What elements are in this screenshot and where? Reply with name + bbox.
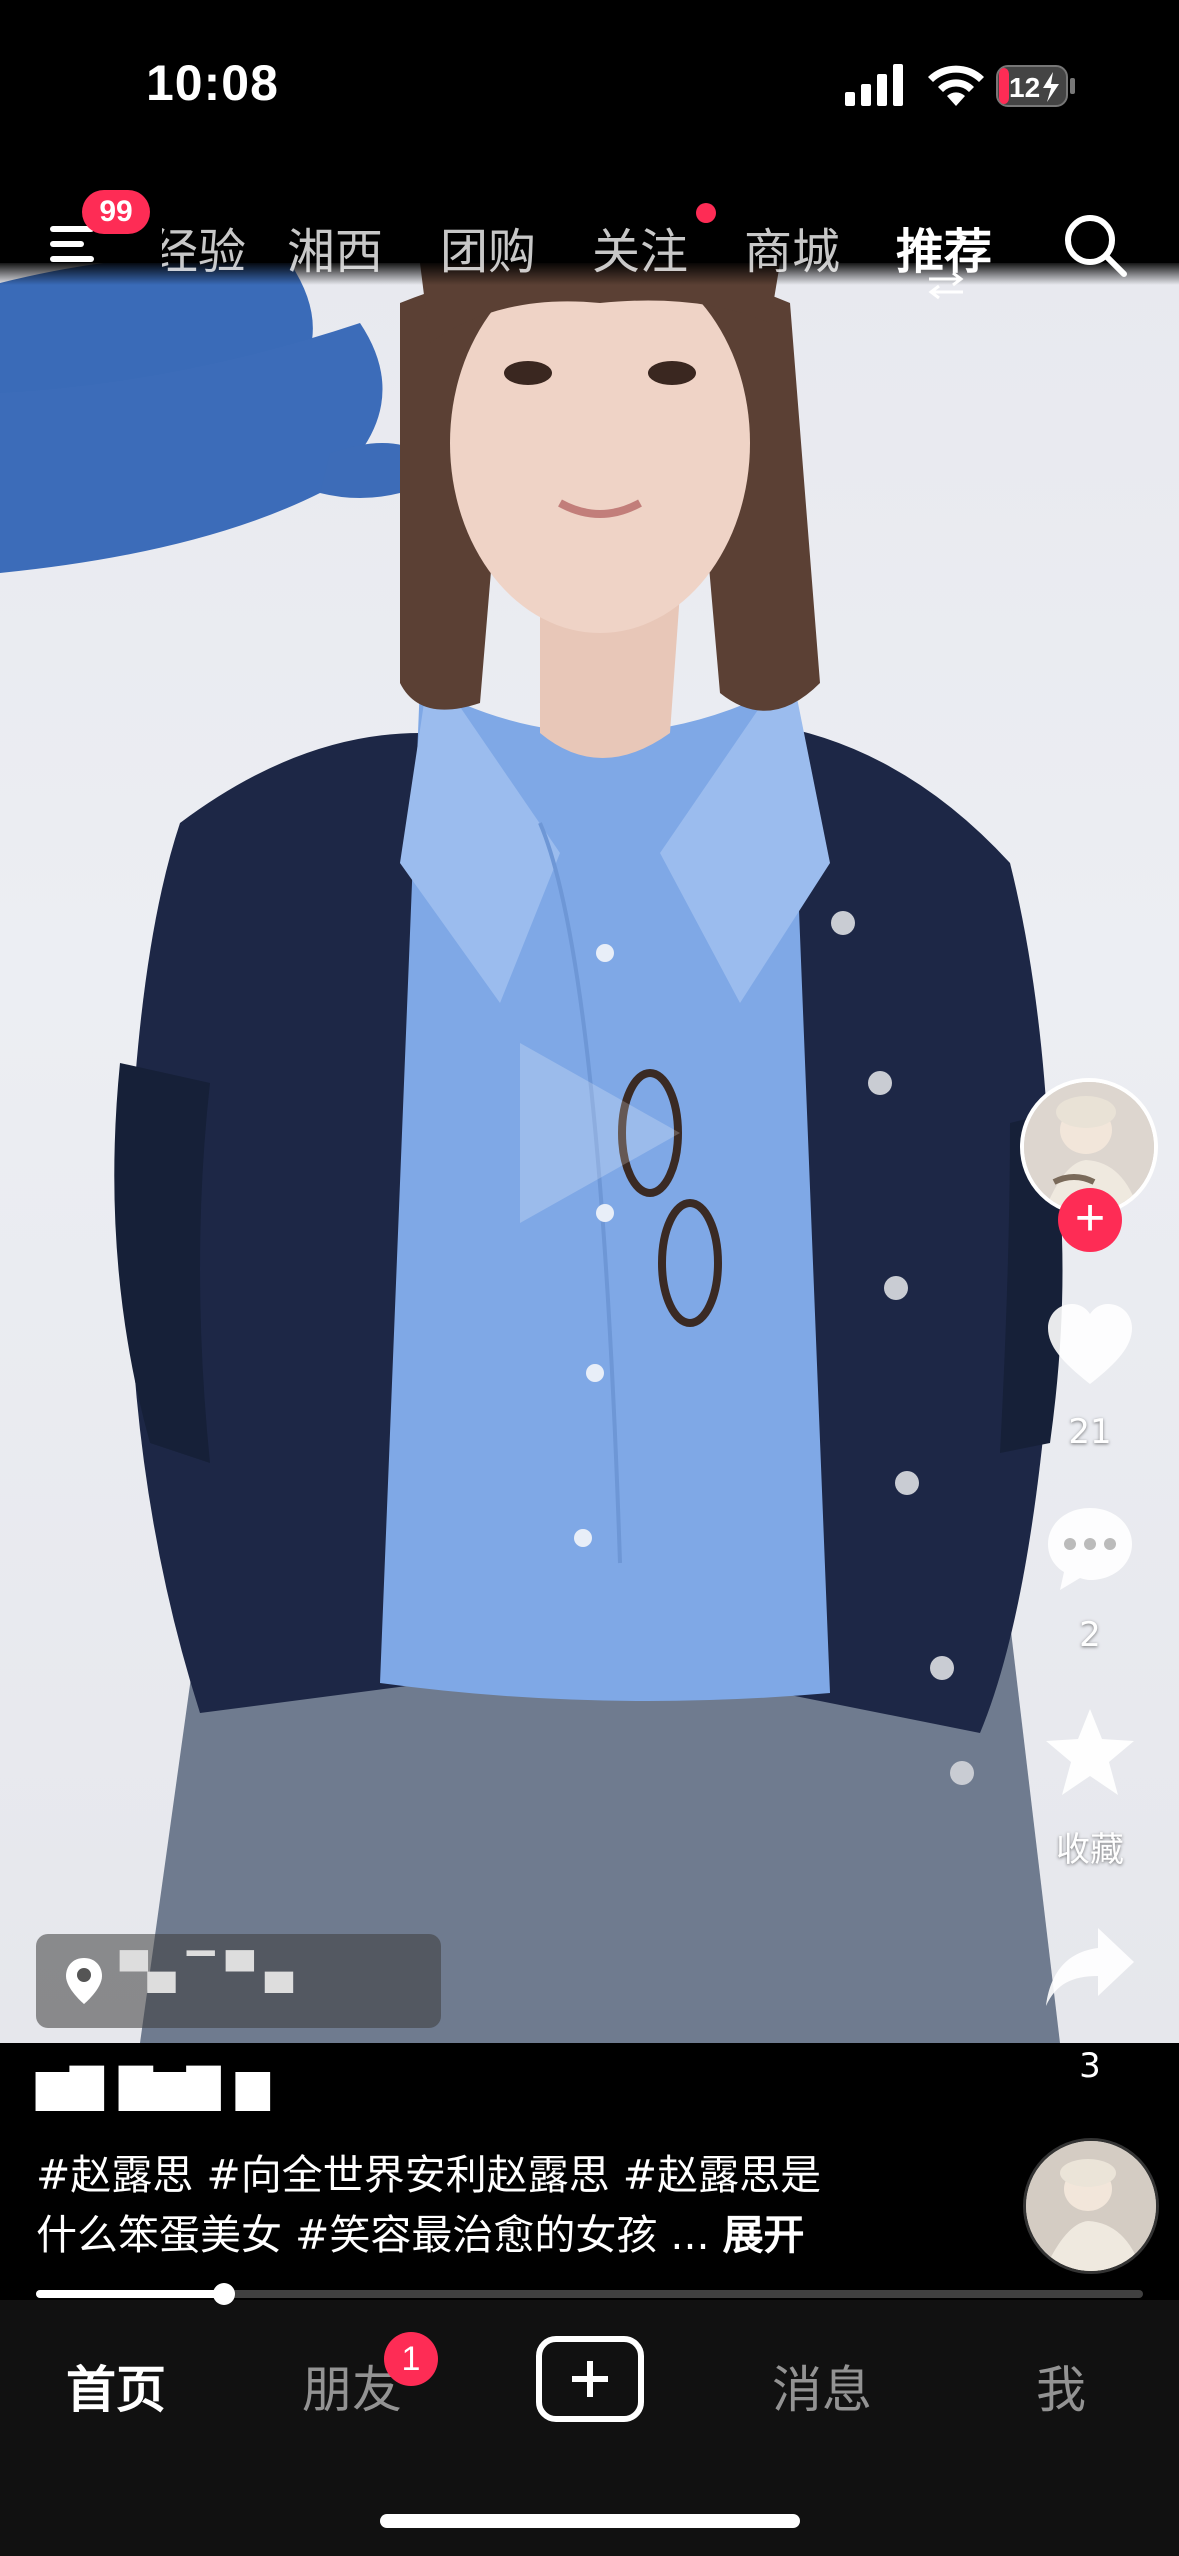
tab-tuangou[interactable]: 团购 — [440, 212, 536, 282]
progress-fill — [36, 2290, 225, 2298]
swap-icon[interactable] — [925, 270, 967, 300]
create-post-button[interactable] — [536, 2336, 644, 2422]
caption-line-2: 什么笨蛋美女 #笑容最治愈的女孩 ... 展开 — [36, 2205, 896, 2265]
post-caption: #赵露思 #向全世界安利赵露思 #赵露思是 什么笨蛋美女 #笑容最治愈的女孩 .… — [36, 2145, 896, 2265]
favorite-label: 收藏 — [1056, 1830, 1124, 1870]
menu-badge: 99 — [82, 190, 150, 234]
heart-icon[interactable] — [1042, 1298, 1138, 1394]
video-frame — [0, 263, 1063, 2043]
friends-badge: 1 — [384, 2332, 438, 2386]
tab-jingyan[interactable]: 经验 — [162, 212, 246, 282]
search-icon[interactable] — [1062, 212, 1128, 278]
caption-line-2-text: 什么笨蛋美女 #笑容最治愈的女孩 ... — [36, 2211, 710, 2259]
home-indicator — [380, 2514, 800, 2528]
caption-line-1: #赵露思 #向全世界安利赵露思 #赵露思是 — [36, 2151, 822, 2199]
star-icon[interactable] — [1042, 1705, 1138, 1801]
tab-shangcheng[interactable]: 商城 — [744, 212, 840, 282]
status-time: 10:08 — [146, 55, 279, 111]
battery-level: 12 — [1009, 72, 1040, 103]
video-progress-bar[interactable] — [36, 2283, 1143, 2305]
video-player[interactable] — [0, 263, 1179, 2043]
battery-icon: 12 — [996, 65, 1075, 107]
cellular-signal-icon — [845, 64, 903, 106]
nav-me[interactable]: 我 — [1036, 2350, 1086, 2422]
status-bar: 10:08 12 — [0, 0, 1179, 175]
share-icon[interactable] — [1042, 1920, 1138, 2016]
expand-link[interactable]: 展开 — [723, 2211, 805, 2259]
tab-xiangxi[interactable]: 湘西 — [287, 212, 383, 282]
plus-icon — [572, 2361, 608, 2397]
location-pin-icon — [66, 1958, 102, 2004]
follow-button[interactable]: + — [1058, 1188, 1122, 1252]
author-name[interactable]: ▆▇ ▇▆▇ ▆ — [36, 2060, 270, 2111]
comment-count: 2 — [1079, 1615, 1101, 1655]
tab-guanzhu[interactable]: 关注 — [592, 212, 688, 282]
comment-icon[interactable] — [1042, 1500, 1138, 1596]
wifi-icon — [928, 65, 984, 106]
location-text: ▀▄ ▔ ▀ ▄ — [120, 1952, 293, 1993]
location-tag[interactable]: ▀▄ ▔ ▀ ▄ — [36, 1934, 441, 2028]
nav-messages[interactable]: 消息 — [772, 2350, 872, 2422]
share-count: 3 — [1079, 2046, 1101, 2086]
following-update-dot — [696, 203, 716, 223]
music-disc[interactable] — [1023, 2138, 1159, 2274]
music-disc-image — [1026, 2141, 1156, 2271]
nav-home[interactable]: 首页 — [66, 2350, 166, 2422]
like-count: 21 — [1068, 1412, 1112, 1452]
